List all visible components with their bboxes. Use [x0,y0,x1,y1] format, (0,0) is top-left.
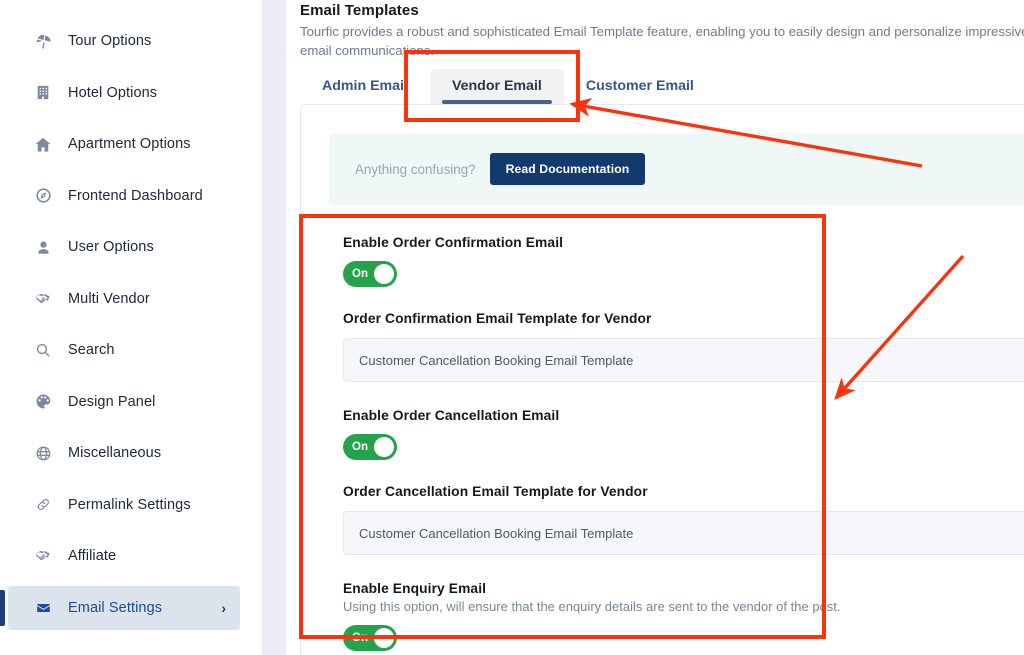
template-select-value: Customer Cancellation Booking Email Temp… [359,353,633,368]
sidebar-item-search[interactable]: Search [8,328,240,372]
sidebar-item-tour-options[interactable]: Tour Options [8,19,240,63]
setting-label: Enable Enquiry Email [343,581,1024,596]
setting-group: Enable Enquiry Email Using this option, w… [343,581,1024,651]
home-icon [32,134,54,154]
setting-help-text: Using this option, will ensure that the … [343,599,1024,614]
setting-toggle[interactable]: On [343,434,397,460]
tab-admin-email[interactable]: Admin Email [300,69,430,104]
toggle-state-label: On [352,441,368,453]
user-icon [32,237,54,257]
tab-label: Admin Email [322,78,408,94]
sidebar-item-label: Affiliate [68,548,226,564]
template-select-label: Order Confirmation Email Template for Ve… [343,311,1024,326]
sidebar-item-label: Email Settings [68,600,213,616]
sidebar-item-label: Permalink Settings [68,497,226,513]
palette-icon [32,392,54,412]
globe-icon [32,443,54,463]
sidebar-item-label: Search [68,342,226,358]
template-select-label: Order Cancellation Email Template for Ve… [343,484,1024,499]
page-description: Tourfic provides a robust and sophistica… [300,22,1024,60]
toggle-state-label: On [352,632,368,644]
main-content: Email Templates Tourfic provides a robus… [286,0,1024,655]
sidebar-content-gutter [262,0,286,655]
screen-root: Tour Options Hotel Options Apartment Optio… [0,0,1024,655]
template-select-value: Customer Cancellation Booking Email Temp… [359,526,633,541]
page-title: Email Templates [300,2,419,19]
setting-group: Enable Order Confirmation Email On Order C… [343,235,1024,382]
template-select[interactable]: Customer Cancellation Booking Email Temp… [343,338,1024,382]
sidebar-item-label: User Options [68,239,226,255]
sidebar-item-apartment-options[interactable]: Apartment Options [8,122,240,166]
read-documentation-button[interactable]: Read Documentation [490,153,646,185]
handshake-icon [32,289,54,309]
setting-label: Enable Order Cancellation Email [343,408,1024,423]
sidebar-item-email-settings[interactable]: Email Settings › [8,586,240,630]
sidebar-item-label: Multi Vendor [68,291,226,307]
tab-customer-email[interactable]: Customer Email [564,69,716,104]
sidebar-item-label: Apartment Options [68,136,226,152]
sidebar-item-hotel-options[interactable]: Hotel Options [8,71,240,115]
sidebar-item-frontend-dashboard[interactable]: Frontend Dashboard [8,174,240,218]
hotel-building-icon [32,83,54,103]
toggle-knob [374,264,394,284]
email-template-tabs: Admin Email Vendor Email Customer Email [300,62,716,104]
documentation-question: Anything confusing? [355,162,476,177]
toggle-state-label: On [352,268,368,280]
sidebar-item-design-panel[interactable]: Design Panel [8,380,240,424]
setting-toggle[interactable]: On [343,261,397,287]
search-icon [32,340,54,360]
sidebar-item-label: Frontend Dashboard [68,188,226,204]
tab-vendor-email[interactable]: Vendor Email [430,69,564,104]
tab-label: Vendor Email [452,78,542,94]
chevron-right-icon[interactable]: › [221,600,226,616]
setting-toggle[interactable]: On [343,625,397,651]
toggle-knob [374,437,394,457]
sidebar-item-user-options[interactable]: User Options [8,225,240,269]
sidebar-item-label: Miscellaneous [68,445,226,461]
toggle-knob [374,628,394,648]
sidebar-item-label: Hotel Options [68,85,226,101]
handshake-icon [32,546,54,566]
sidebar-item-miscellaneous[interactable]: Miscellaneous [8,431,240,475]
email-templates-card: Anything confusing? Read Documentation E… [300,104,1024,655]
envelope-icon [32,598,54,618]
template-select[interactable]: Customer Cancellation Booking Email Temp… [343,511,1024,555]
beach-umbrella-icon [32,31,54,51]
link-icon [32,495,54,515]
sidebar: Tour Options Hotel Options Apartment Optio… [0,0,262,655]
sidebar-item-multi-vendor[interactable]: Multi Vendor [8,277,240,321]
sidebar-item-permalink-settings[interactable]: Permalink Settings [8,483,240,527]
setting-label: Enable Order Confirmation Email [343,235,1024,250]
tab-label: Customer Email [586,78,694,94]
sidebar-item-label: Tour Options [68,33,226,49]
dashboard-icon [32,186,54,206]
sidebar-item-affiliate[interactable]: Affiliate [8,534,240,578]
setting-group: Enable Order Cancellation Email On Order C… [343,408,1024,555]
sidebar-item-label: Design Panel [68,394,226,410]
settings-list: Enable Order Confirmation Email On Order C… [301,235,1024,651]
documentation-banner: Anything confusing? Read Documentation [329,133,1024,205]
